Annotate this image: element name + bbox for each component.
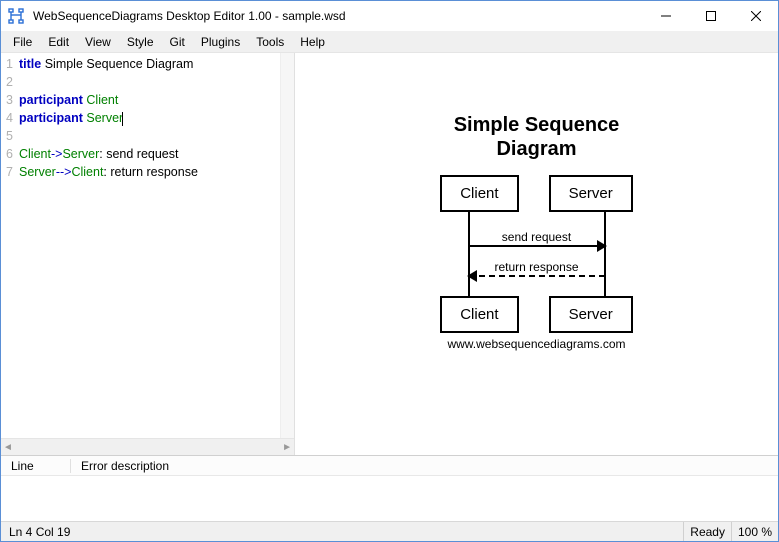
message-arrow-solid [469,245,605,247]
errors-pane: Line Error description [1,455,778,521]
diagram-title-line2: Diagram [496,138,576,160]
sequence-diagram: Simple Sequence Diagram Client Server se… [397,113,677,351]
app-icon [1,8,31,24]
message-send-request: send request [469,230,605,247]
arrowhead-left-icon [467,270,477,282]
titlebar[interactable]: WebSequenceDiagrams Desktop Editor 1.00 … [1,1,778,31]
message-label: send request [469,230,605,244]
arrowhead-right-icon [597,240,607,252]
scroll-left-icon[interactable]: ◄ [3,442,13,453]
editor-hscrollbar[interactable]: ◄ ► [1,438,294,455]
errors-header: Line Error description [1,456,778,476]
diagram-title-line1: Simple Sequence [454,114,620,136]
line-gutter: 1234567 [1,53,15,438]
line-number: 1 [1,55,13,73]
lifeline-client [468,212,470,296]
line-number: 4 [1,109,13,127]
menu-git[interactable]: Git [162,33,193,51]
code-line[interactable]: participant Client [19,91,290,109]
line-number: 2 [1,73,13,91]
diagram-title: Simple Sequence Diagram [397,113,677,161]
code-line[interactable] [19,73,290,91]
line-number: 6 [1,145,13,163]
errors-col-line[interactable]: Line [1,459,71,473]
close-button[interactable] [733,1,778,31]
app-window: WebSequenceDiagrams Desktop Editor 1.00 … [0,0,779,542]
participant-server-top: Server [549,175,633,212]
participant-server-bottom: Server [549,296,633,333]
window-controls [643,1,778,31]
line-number: 7 [1,163,13,181]
code-line[interactable] [19,127,290,145]
window-title: WebSequenceDiagrams Desktop Editor 1.00 … [31,9,643,23]
message-return-response: return response [469,260,605,277]
lifelines: send request return response [432,212,642,296]
menubar: File Edit View Style Git Plugins Tools H… [1,31,778,53]
code-line[interactable]: Client->Server: send request [19,145,290,163]
text-caret [122,112,123,126]
menu-style[interactable]: Style [119,33,162,51]
participant-client-top: Client [440,175,518,212]
participant-row-bottom: Client Server [397,296,677,333]
menu-help[interactable]: Help [292,33,333,51]
message-label: return response [469,260,605,274]
menu-plugins[interactable]: Plugins [193,33,248,51]
content-area: 1234567 title Simple Sequence Diagram par… [1,53,778,455]
status-position: Ln 4 Col 19 [1,525,683,539]
statusbar: Ln 4 Col 19 Ready 100 % [1,521,778,541]
participant-row-top: Client Server [397,175,677,212]
scroll-right-icon[interactable]: ► [282,442,292,453]
status-ready: Ready [684,525,731,539]
line-number: 3 [1,91,13,109]
status-zoom: 100 % [732,525,778,539]
watermark: www.websequencediagrams.com [397,337,677,351]
fold-strip [280,53,294,438]
line-number: 5 [1,127,13,145]
editor-pane: 1234567 title Simple Sequence Diagram par… [1,53,295,455]
minimize-button[interactable] [643,1,688,31]
menu-edit[interactable]: Edit [40,33,77,51]
message-arrow-dashed [469,275,605,277]
code-line[interactable]: Server-->Client: return response [19,163,290,181]
code-editor[interactable]: 1234567 title Simple Sequence Diagram par… [1,53,294,438]
menu-file[interactable]: File [5,33,40,51]
participant-client-bottom: Client [440,296,518,333]
preview-pane: Simple Sequence Diagram Client Server se… [295,53,778,455]
code-line[interactable]: participant Server [19,109,290,127]
lifeline-server [604,212,606,296]
maximize-button[interactable] [688,1,733,31]
menu-tools[interactable]: Tools [248,33,292,51]
code-area[interactable]: title Simple Sequence Diagram participant… [15,53,294,438]
code-line[interactable]: title Simple Sequence Diagram [19,55,290,73]
errors-col-desc[interactable]: Error description [71,459,169,473]
menu-view[interactable]: View [77,33,119,51]
